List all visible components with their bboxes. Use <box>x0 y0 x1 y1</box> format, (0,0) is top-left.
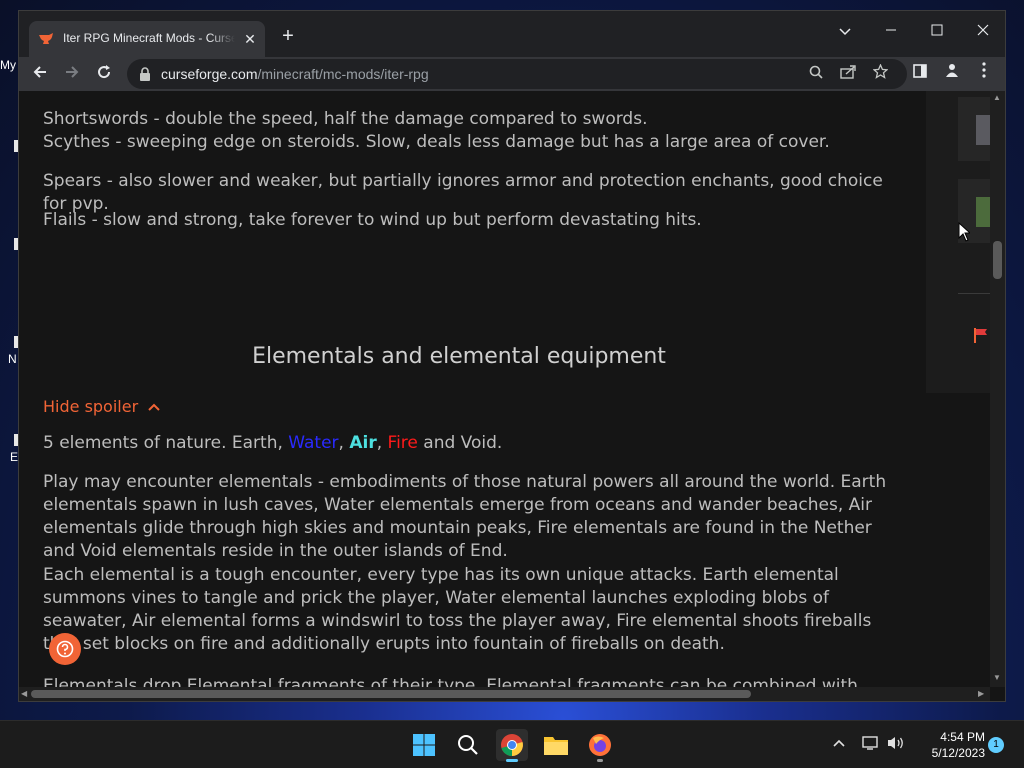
tab-search-icon[interactable] <box>823 17 867 45</box>
taskbar-search-button[interactable] <box>452 729 484 761</box>
taskbar-firefox[interactable] <box>584 729 616 762</box>
report-flag-icon[interactable] <box>974 327 988 343</box>
url-text: curseforge.com/minecraft/mc-mods/iter-rp… <box>161 66 429 82</box>
spoiler-label: Hide spoiler <box>43 397 139 416</box>
paragraph-elements: 5 elements of nature. Earth, Water, Air,… <box>43 433 503 453</box>
network-icon[interactable] <box>862 735 880 754</box>
section-heading: Elementals and elemental equipment <box>252 344 666 369</box>
running-indicator <box>597 759 603 762</box>
paragraph-flails: Flails - slow and strong, take forever t… <box>43 210 702 230</box>
page-viewport: Shortswords - double the speed, half the… <box>19 91 1005 701</box>
folder-icon <box>544 737 568 755</box>
volume-icon[interactable] <box>886 735 906 754</box>
right-sidebar <box>926 91 992 393</box>
browser-toolbar: curseforge.com/minecraft/mc-mods/iter-rp… <box>19 57 1005 91</box>
new-tab-button[interactable]: + <box>277 25 299 47</box>
reload-button[interactable] <box>91 61 117 87</box>
back-button[interactable] <box>27 61 53 87</box>
forward-button[interactable] <box>59 61 85 87</box>
element-water: Water <box>288 433 339 453</box>
close-window-button[interactable] <box>961 17 1005 45</box>
horizontal-scrollbar[interactable]: ◀ ▶ <box>19 687 990 701</box>
clock-time: 4:54 PM <box>940 730 985 744</box>
notification-badge[interactable]: 1 <box>988 737 1004 753</box>
scroll-up-arrow-icon[interactable]: ▲ <box>993 93 1001 102</box>
vertical-scroll-thumb[interactable] <box>993 241 1002 279</box>
browser-window: Iter RPG Minecraft Mods - CurseForge ✕ + <box>18 10 1006 702</box>
chevron-up-icon <box>148 403 160 411</box>
tab-strip: Iter RPG Minecraft Mods - CurseForge ✕ + <box>19 11 1005 57</box>
taskbar-chrome[interactable] <box>496 729 528 762</box>
help-question-icon <box>56 640 74 658</box>
minimize-button[interactable] <box>869 17 913 45</box>
scroll-right-arrow-icon[interactable]: ▶ <box>978 689 984 698</box>
url-path: /minecraft/mc-mods/iter-rpg <box>257 66 429 82</box>
paragraph-attacks: Each elemental is a tough encounter, eve… <box>43 565 872 654</box>
help-button[interactable] <box>49 633 81 665</box>
element-air: Air <box>349 433 377 453</box>
menu-kebab-icon[interactable] <box>971 61 997 87</box>
profile-icon[interactable] <box>939 61 965 87</box>
mouse-cursor-icon <box>958 222 970 242</box>
elements-suffix: and Void. <box>417 433 503 453</box>
taskbar-file-explorer[interactable] <box>540 729 572 761</box>
chrome-icon <box>501 734 523 756</box>
url-host: curseforge.com <box>161 66 258 82</box>
tray-overflow-chevron-icon[interactable] <box>832 735 846 751</box>
horizontal-scroll-thumb[interactable] <box>31 690 751 698</box>
paragraph-encounter: Play may encounter elementals - embodime… <box>43 472 887 561</box>
element-fire: Fire <box>387 433 418 453</box>
curseforge-logo-icon <box>39 33 53 44</box>
firefox-icon <box>589 734 611 756</box>
system-clock[interactable]: 4:54 PM 5/12/2023 <box>915 729 985 761</box>
taskbar: 4:54 PM 5/12/2023 1 <box>0 720 1024 768</box>
search-icon <box>458 735 478 755</box>
sidebar-divider <box>958 293 990 294</box>
paragraph-scythes: Scythes - sweeping edge on steroids. Slo… <box>43 132 830 152</box>
hide-spoiler-toggle[interactable]: Hide spoiler <box>43 395 161 418</box>
lock-icon <box>140 67 150 81</box>
tab-curseforge[interactable]: Iter RPG Minecraft Mods - CurseForge ✕ <box>29 21 265 57</box>
tab-title: Iter RPG Minecraft Mods - CurseForge <box>63 31 235 45</box>
scroll-left-arrow-icon[interactable]: ◀ <box>21 689 27 698</box>
clock-date: 5/12/2023 <box>931 746 985 760</box>
tab-close-icon[interactable]: ✕ <box>241 30 259 48</box>
sidebar-thumbnail[interactable] <box>958 97 992 161</box>
running-indicator <box>506 759 518 762</box>
windows-logo-icon <box>413 734 435 756</box>
scroll-down-arrow-icon[interactable]: ▼ <box>993 673 1001 682</box>
start-button[interactable] <box>408 729 440 761</box>
address-bar[interactable]: curseforge.com/minecraft/mc-mods/iter-rp… <box>127 59 907 89</box>
elements-prefix: 5 elements of nature. Earth, <box>43 433 289 453</box>
bookmark-star-icon[interactable] <box>869 63 891 85</box>
vertical-scrollbar[interactable]: ▲ ▼ <box>990 91 1005 687</box>
zoom-search-icon[interactable] <box>805 63 827 85</box>
maximize-button[interactable] <box>915 17 959 45</box>
desktop-label-my: My <box>0 58 16 72</box>
share-icon[interactable] <box>837 63 859 85</box>
side-panel-icon[interactable] <box>907 61 933 87</box>
paragraph-shortswords: Shortswords - double the speed, half the… <box>43 109 648 129</box>
